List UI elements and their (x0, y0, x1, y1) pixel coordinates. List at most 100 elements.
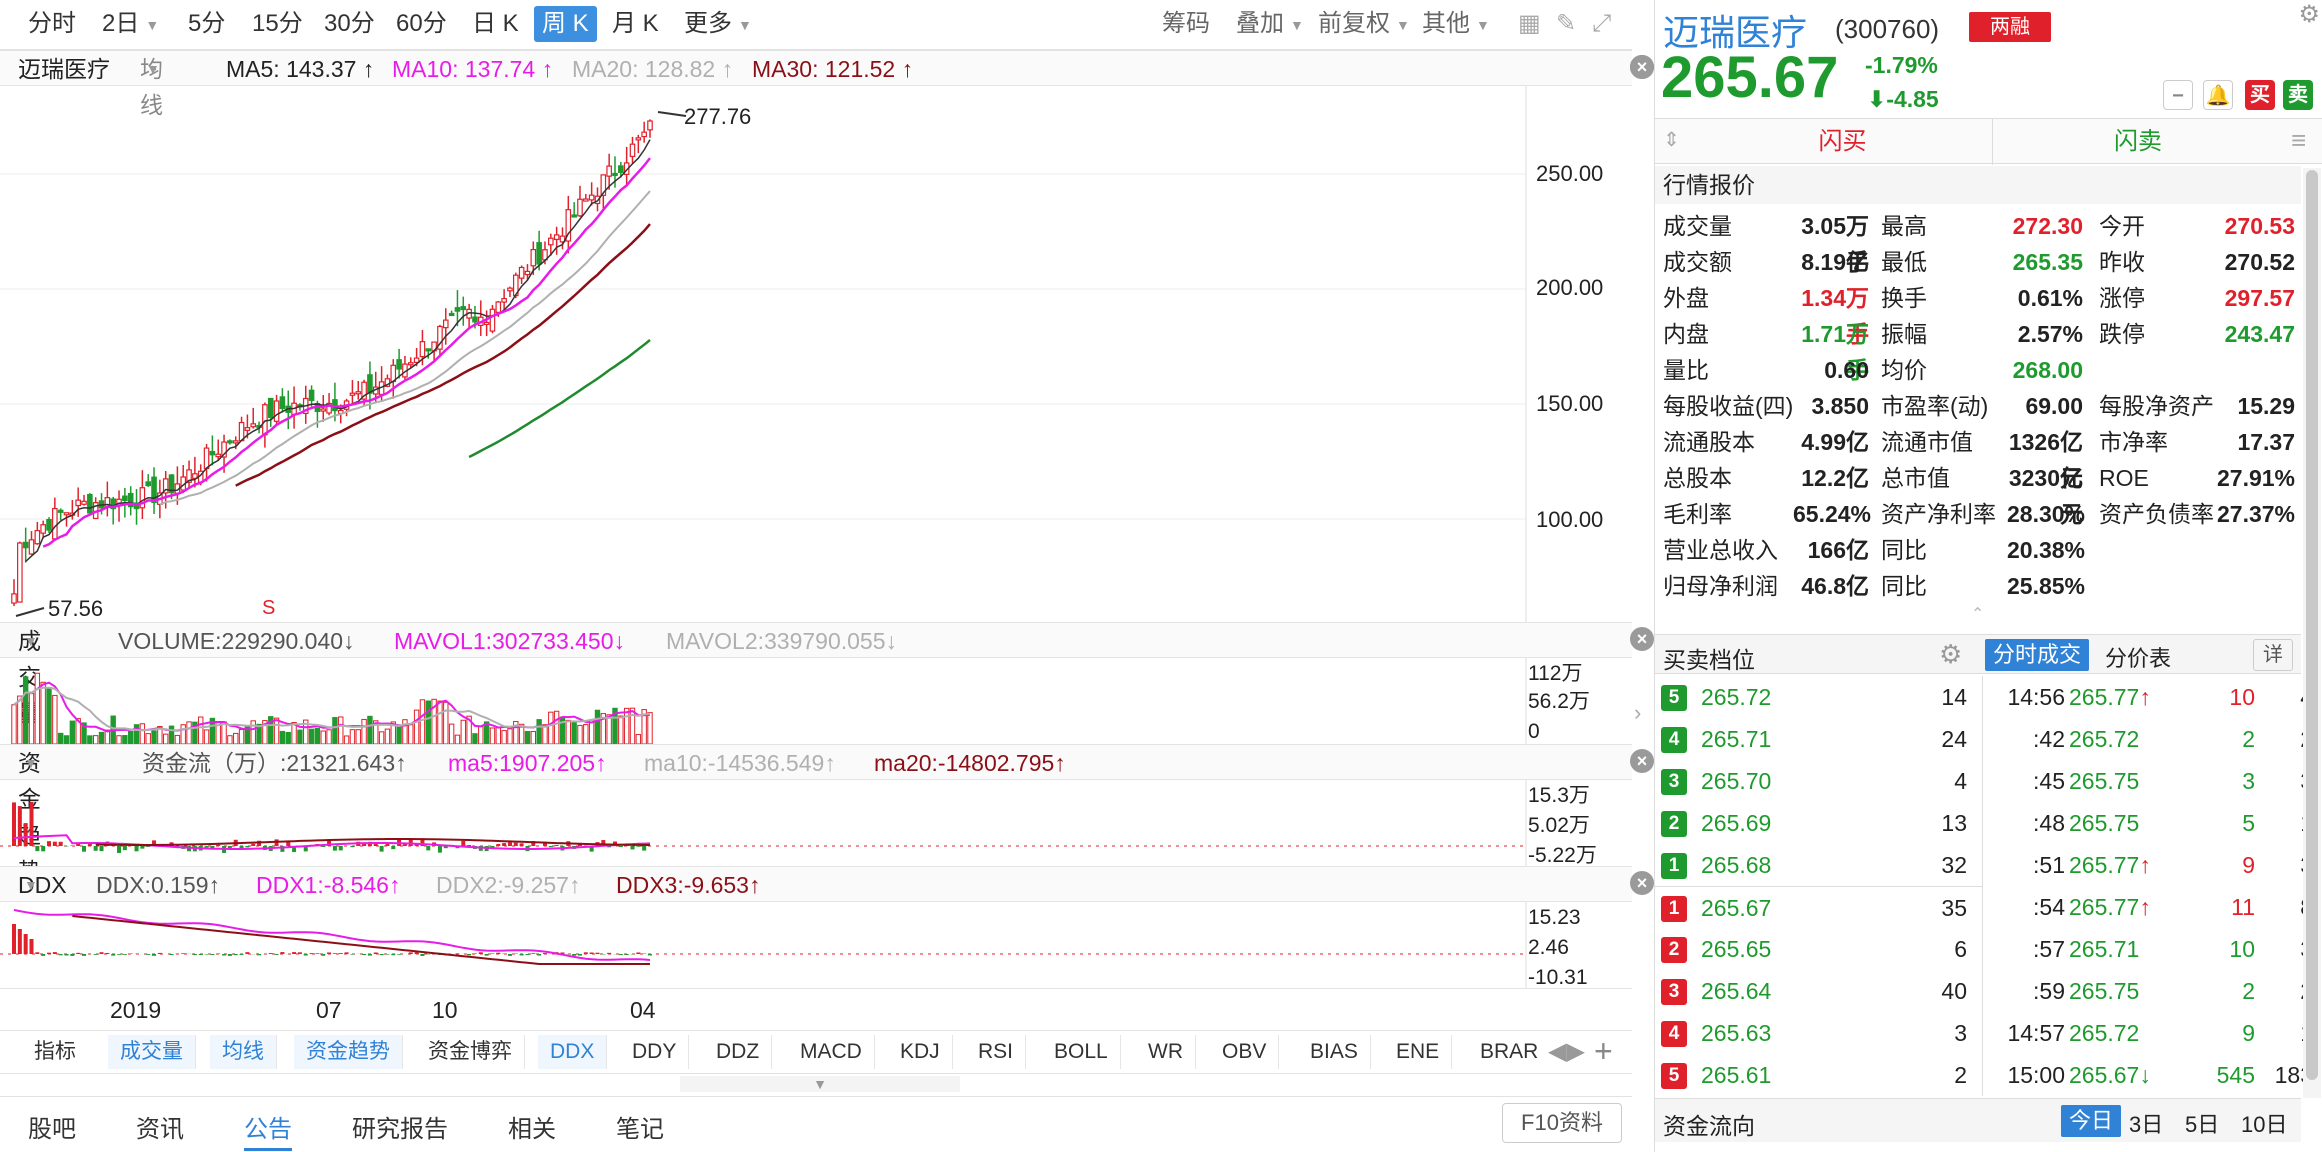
indicator-tab-kdj[interactable]: KDJ (888, 1035, 953, 1069)
indicator-tab-rsi[interactable]: RSI (966, 1035, 1027, 1069)
detail-button[interactable]: 详 (2253, 639, 2293, 671)
bid-level-row[interactable]: 5 265.61 2 (1655, 1054, 1983, 1096)
fund-flow-tab-10d[interactable]: 10日 (2241, 1107, 2287, 1139)
indicator-tab-ddz[interactable]: DDZ (704, 1035, 773, 1069)
other-menu[interactable]: 其他 ▼ (1422, 6, 1490, 42)
indicator-tab-fund-game[interactable]: 资金博弈 (416, 1035, 525, 1069)
gear-icon[interactable]: ⚙ (1939, 639, 1962, 670)
fund-bar (47, 841, 52, 846)
tab-announcements[interactable]: 公告 (244, 1109, 292, 1151)
volume-chart[interactable]: 112万 56.2万 0 (0, 658, 1632, 744)
indicator-tab-brar[interactable]: BRAR (1468, 1035, 1550, 1069)
indicator-tab-fund-trend[interactable]: 资金趋势 (294, 1035, 403, 1069)
tab-news[interactable]: 资讯 (136, 1109, 184, 1144)
fullscreen-icon[interactable]: ⤢ (1592, 6, 1611, 42)
period-tab-monthly[interactable]: 月 K (604, 6, 667, 42)
indicator-tab-ddx[interactable]: DDX (538, 1035, 608, 1069)
fund-flow-tab-5d[interactable]: 5日 (2185, 1107, 2219, 1139)
scrollbar[interactable] (2303, 168, 2321, 1098)
trade-direction-icon: ↑ (2139, 852, 2151, 878)
quote-value: 4.99亿 (1801, 429, 1869, 455)
close-icon[interactable]: × (1630, 749, 1654, 773)
sell-button[interactable]: 卖 (2283, 80, 2313, 110)
settings-icon[interactable]: ⚙ (2298, 0, 2320, 29)
sort-icon[interactable]: ⇕ (1663, 127, 1680, 152)
volume-bar (577, 724, 583, 744)
indicator-tab-boll[interactable]: BOLL (1042, 1035, 1121, 1069)
period-tab-2day[interactable]: 2日 ▼ (94, 6, 167, 42)
draw-pen-icon[interactable]: ✎ (1556, 6, 1576, 42)
ask-level-row[interactable]: 4 265.71 24 (1655, 718, 1983, 760)
bid-level-row[interactable]: 3 265.64 40 (1655, 970, 1983, 1012)
flash-sell-button[interactable]: 闪卖 (1993, 119, 2283, 165)
tab-related[interactable]: 相关 (508, 1109, 556, 1144)
flash-buy-button[interactable]: 闪买 (1693, 119, 1993, 165)
indicator-tab-ma[interactable]: 均线 (210, 1035, 277, 1069)
close-icon[interactable]: × (1630, 55, 1654, 79)
add-indicator-icon[interactable]: + (1594, 1033, 1613, 1070)
indicator-tab-bias[interactable]: BIAS (1298, 1035, 1371, 1069)
x-axis: 2019 07 10 04 (0, 988, 1632, 1030)
collapse-toggle[interactable]: ▼ (680, 1076, 960, 1092)
indicator-tab-ddy[interactable]: DDY (620, 1035, 690, 1069)
ask-level-row[interactable]: 2 265.69 13 (1655, 802, 1983, 844)
layout-grid-icon[interactable]: ▦ (1518, 6, 1541, 42)
y-tick-label: 100.00 (1536, 507, 1603, 532)
candle-body (507, 287, 513, 292)
indicator-tab-ene[interactable]: ENE (1384, 1035, 1453, 1069)
scrollbar-thumb[interactable] (2306, 170, 2318, 1080)
candle-body (425, 348, 432, 352)
bid-level-row[interactable]: 2 265.65 6 (1655, 928, 1983, 970)
indicator-tab-macd[interactable]: MACD (788, 1035, 875, 1069)
quote-row: 流通股本 4.99亿 流通市值 1326亿元 市净率 17.37 (1663, 424, 2303, 491)
period-tab-daily[interactable]: 日 K (464, 6, 527, 42)
period-tab-60min[interactable]: 60分 (388, 6, 455, 42)
ask-level-row[interactable]: 1 265.68 32 (1655, 844, 1983, 886)
volume-bar (355, 729, 361, 744)
period-tab-weekly[interactable]: 周 K (534, 6, 597, 42)
tab-notes[interactable]: 笔记 (616, 1109, 664, 1144)
f10-button[interactable]: F10资料 (1502, 1103, 1622, 1143)
candle-body (308, 389, 315, 402)
scroll-arrows-icon[interactable]: ◀▶ (1548, 1037, 1585, 1066)
bid-level-row[interactable]: 1 265.67 35 (1655, 886, 1983, 928)
close-icon[interactable]: × (1630, 871, 1654, 895)
fund-flow-tab-3d[interactable]: 3日 (2129, 1107, 2163, 1139)
period-tab-30min[interactable]: 30分 (316, 6, 383, 42)
indicator-tab-obv[interactable]: OBV (1210, 1035, 1280, 1069)
indicator-tab-volume[interactable]: 成交量 (108, 1035, 196, 1069)
mavol1-value: MAVOL1:302733.450↓ (394, 628, 626, 654)
minus-button[interactable]: − (2163, 80, 2193, 110)
volume-bar (69, 720, 76, 744)
period-more-menu[interactable]: 更多 ▼ (676, 6, 760, 42)
period-tab-5min[interactable]: 5分 (180, 6, 233, 42)
orderbook-title: 买卖档位 (1663, 647, 1755, 673)
ask-level-row[interactable]: 3 265.70 4 (1655, 760, 1983, 802)
chips-button[interactable]: 筹码 (1162, 6, 1210, 42)
fund-flow-tab-today[interactable]: 今日 (2061, 1105, 2122, 1137)
tab-time-trades[interactable]: 分时成交 (1985, 639, 2090, 671)
candle-body (501, 298, 507, 303)
trade-row: :42265.7222 (1987, 718, 2317, 760)
bell-icon[interactable]: 🔔 (2203, 80, 2233, 110)
menu-icon[interactable]: ≡ (2291, 125, 2306, 156)
collapse-icon[interactable]: ⌃ (1971, 604, 1984, 624)
fund-trend-chart[interactable]: 15.3万 5.02万 -5.22万 (0, 780, 1632, 866)
buy-button[interactable]: 买 (2245, 80, 2275, 110)
period-tab-15min[interactable]: 15分 (244, 6, 311, 42)
overlay-menu[interactable]: 叠加 ▼ (1236, 6, 1304, 42)
bid-level-row[interactable]: 4 265.63 3 (1655, 1012, 1983, 1054)
period-tab-timeshare[interactable]: 分时 (20, 6, 84, 42)
ask-level-row[interactable]: 5 265.72 14 (1655, 676, 1983, 718)
level-badge: 5 (1661, 1063, 1687, 1089)
indicator-tab-wr[interactable]: WR (1136, 1035, 1196, 1069)
expand-panel-arrow[interactable]: › (1634, 700, 1641, 726)
ddx-chart[interactable]: 15.23 2.46 -10.31 (0, 902, 1632, 988)
candlestick-chart[interactable]: 277.76 57.56 S 250.00 200.00 150.00 100.… (0, 86, 1632, 622)
tab-price-table[interactable]: 分价表 (2105, 641, 2171, 673)
tab-guba[interactable]: 股吧 (28, 1109, 76, 1144)
tab-research[interactable]: 研究报告 (352, 1109, 448, 1144)
adjust-menu[interactable]: 前复权 ▼ (1318, 6, 1410, 42)
close-icon[interactable]: × (1630, 627, 1654, 651)
volume-bar (127, 730, 134, 744)
